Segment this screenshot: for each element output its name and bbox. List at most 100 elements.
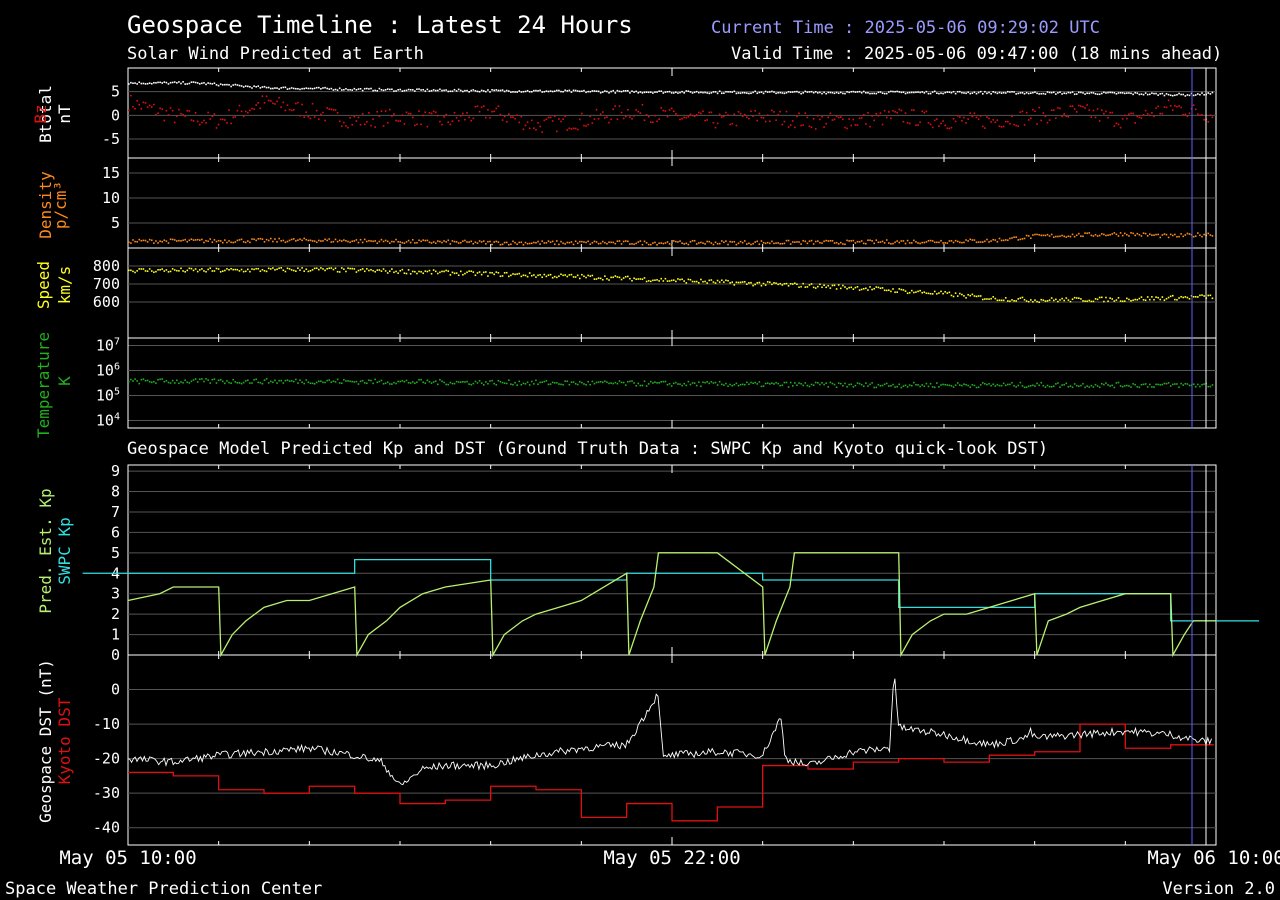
data-point — [1055, 298, 1057, 301]
data-point — [265, 238, 268, 241]
data-point — [645, 385, 648, 387]
data-point — [608, 279, 610, 281]
data-point — [1044, 93, 1047, 95]
data-point — [190, 267, 193, 270]
data-point — [662, 280, 665, 282]
data-point — [205, 83, 207, 86]
data-point — [1161, 296, 1164, 298]
data-point — [666, 241, 669, 243]
data-point — [781, 384, 784, 387]
data-point — [464, 239, 466, 242]
data-point — [720, 279, 723, 282]
data-point — [282, 239, 285, 242]
data-point — [301, 103, 303, 106]
data-point — [378, 380, 381, 383]
data-point — [906, 92, 909, 94]
data-point — [462, 112, 464, 115]
data-point — [700, 385, 702, 388]
data-point — [773, 383, 775, 385]
data-point — [1121, 92, 1124, 94]
data-point — [457, 381, 460, 383]
data-point — [188, 82, 191, 85]
data-point — [624, 115, 627, 118]
data-point — [428, 241, 431, 244]
data-point — [727, 114, 729, 116]
data-point — [422, 272, 425, 275]
data-point — [1123, 232, 1126, 235]
data-point — [334, 238, 337, 241]
data-point — [163, 380, 166, 383]
data-point — [950, 126, 953, 129]
data-point — [282, 101, 285, 104]
y-tick-label: 600 — [93, 293, 120, 311]
data-point — [459, 89, 462, 92]
data-point — [998, 237, 1001, 240]
data-point — [687, 115, 690, 118]
data-point — [221, 118, 224, 121]
data-point — [263, 101, 266, 104]
data-point — [1113, 300, 1116, 302]
data-point — [888, 91, 890, 93]
data-point — [898, 383, 901, 386]
data-point — [743, 113, 746, 116]
data-point — [1025, 91, 1028, 94]
data-point — [837, 243, 840, 245]
data-point — [913, 109, 915, 111]
data-point — [771, 283, 773, 286]
data-point — [403, 272, 406, 274]
data-point — [374, 378, 376, 381]
data-point — [616, 89, 619, 92]
data-point — [1192, 235, 1195, 238]
data-point — [675, 240, 677, 243]
data-point — [370, 268, 372, 271]
data-point — [894, 291, 896, 294]
data-point — [581, 90, 583, 92]
data-point — [1192, 383, 1195, 386]
data-point — [284, 270, 287, 273]
data-point — [904, 242, 907, 245]
data-point — [428, 380, 431, 383]
data-point — [497, 241, 500, 243]
data-point — [173, 81, 176, 83]
data-point — [679, 278, 681, 281]
data-point — [1023, 124, 1026, 126]
data-point — [604, 90, 606, 92]
data-point — [253, 268, 255, 271]
data-point — [1192, 295, 1195, 298]
data-point — [564, 115, 566, 117]
data-point — [547, 240, 550, 242]
data-point — [219, 83, 222, 85]
data-point — [274, 238, 276, 240]
data-point — [923, 291, 926, 293]
data-point — [1086, 385, 1088, 387]
data-point — [1025, 111, 1028, 114]
data-point — [635, 384, 637, 387]
data-point — [670, 243, 673, 246]
data-point — [892, 288, 894, 290]
data-point — [729, 240, 731, 243]
data-point — [455, 272, 458, 274]
data-point — [508, 379, 510, 381]
data-point — [668, 109, 671, 111]
data-point — [1092, 300, 1095, 303]
data-point — [817, 240, 819, 242]
data-point — [1157, 233, 1159, 236]
data-point — [760, 91, 763, 93]
data-point — [1103, 383, 1105, 386]
data-point — [1157, 94, 1159, 96]
data-point — [451, 120, 454, 122]
data-point — [1094, 116, 1097, 119]
data-point — [936, 382, 938, 384]
data-point — [1078, 297, 1080, 300]
data-point — [1086, 300, 1088, 303]
data-point — [984, 90, 986, 93]
data-point — [1121, 234, 1124, 237]
data-point — [234, 268, 237, 271]
data-point — [1038, 234, 1040, 236]
data-point — [959, 241, 961, 244]
data-point — [301, 239, 303, 242]
data-point — [230, 241, 232, 244]
data-point — [831, 119, 834, 121]
data-point — [1180, 93, 1182, 96]
data-point — [309, 117, 312, 120]
